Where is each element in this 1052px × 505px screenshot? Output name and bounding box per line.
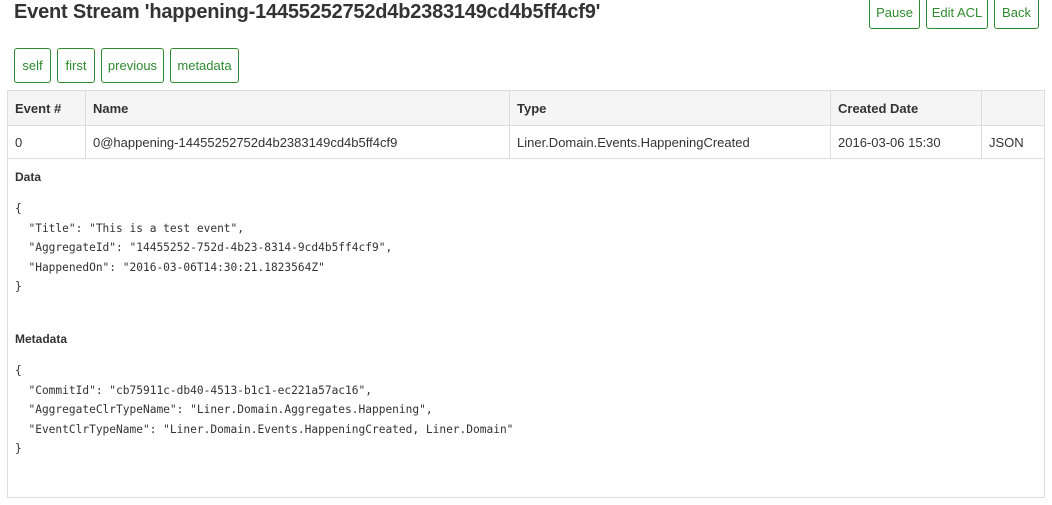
column-header-actions [981,91,1044,125]
table-header: Event # Name Type Created Date [8,91,1044,126]
column-header-created-date: Created Date [830,91,981,125]
metadata-link-button[interactable]: metadata [170,48,239,83]
metadata-section-label: Metadata [15,332,68,346]
column-header-name: Name [85,91,509,125]
pause-button[interactable]: Pause [869,0,920,29]
event-type: Liner.Domain.Events.HappeningCreated [509,126,830,158]
event-number-link[interactable]: 0 [8,126,85,158]
first-link-button[interactable]: first [57,48,95,83]
previous-link-button[interactable]: previous [101,48,164,83]
event-created-date: 2016-03-06 15:30 [830,126,981,158]
data-json-body: { "Title": "This is a test event", "Aggr… [15,202,393,294]
metadata-json-body: { "CommitId": "cb75911c-db40-4513-b1c1-e… [15,364,514,456]
back-button[interactable]: Back [994,0,1039,29]
column-header-type: Type [509,91,830,125]
column-header-event-number: Event # [15,100,62,116]
self-link-button[interactable]: self [14,48,51,83]
event-name-link[interactable]: 0@happening-14455252752d4b2383149cd4b5ff… [85,126,509,158]
json-link[interactable]: JSON [981,126,1044,158]
data-section-label: Data [15,170,42,184]
events-table: Event # Name Type Created Date 0 0@happe… [7,90,1045,498]
page-title: Event Stream 'happening-14455252752d4b23… [14,1,601,23]
edit-acl-button[interactable]: Edit ACL [926,0,988,29]
table-row: 0 0@happening-14455252752d4b2383149cd4b5… [8,126,1044,159]
